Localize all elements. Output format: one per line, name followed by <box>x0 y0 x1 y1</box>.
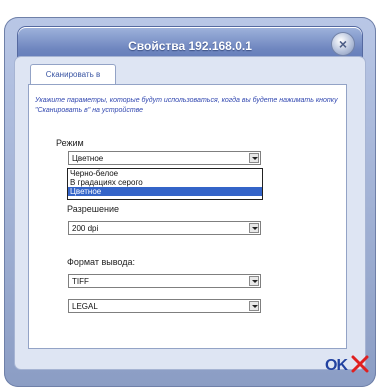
resolution-select-value: 200 dpi <box>72 224 99 233</box>
mode-select-value: Цветное <box>72 154 104 163</box>
output-format-select-value: TIFF <box>72 277 89 286</box>
resolution-label: Разрешение <box>67 204 119 214</box>
ok-button[interactable]: OK <box>325 357 348 375</box>
resolution-select[interactable]: 200 dpi <box>68 221 261 235</box>
mode-option-color[interactable]: Цветное <box>68 187 262 196</box>
instruction-text: Укажите параметры, которые будут использ… <box>35 97 338 114</box>
tab-scan-to[interactable]: Сканировать в <box>30 64 116 85</box>
paper-size-select-value: LEGAL <box>72 302 98 311</box>
cancel-icon[interactable] <box>351 355 369 373</box>
chevron-down-icon[interactable] <box>249 153 259 163</box>
chevron-down-icon[interactable] <box>249 301 259 311</box>
window-title: Свойства 192.168.0.1 <box>128 39 252 53</box>
output-format-label: Формат вывода: <box>67 257 135 267</box>
mode-option-grayscale[interactable]: В градациях серого <box>68 178 262 187</box>
output-format-select[interactable]: TIFF <box>68 274 261 288</box>
mode-dropdown-list: Черно-белое В градациях серого Цветное <box>67 168 263 200</box>
mode-select[interactable]: Цветное <box>68 151 261 165</box>
chevron-down-icon[interactable] <box>249 223 259 233</box>
chevron-down-icon[interactable] <box>249 276 259 286</box>
paper-size-select[interactable]: LEGAL <box>68 299 261 313</box>
close-button[interactable]: × <box>332 33 354 55</box>
tab-content: Укажите параметры, которые будут использ… <box>28 84 347 349</box>
mode-option-bw[interactable]: Черно-белое <box>68 169 262 178</box>
mode-label: Режим <box>56 138 84 148</box>
